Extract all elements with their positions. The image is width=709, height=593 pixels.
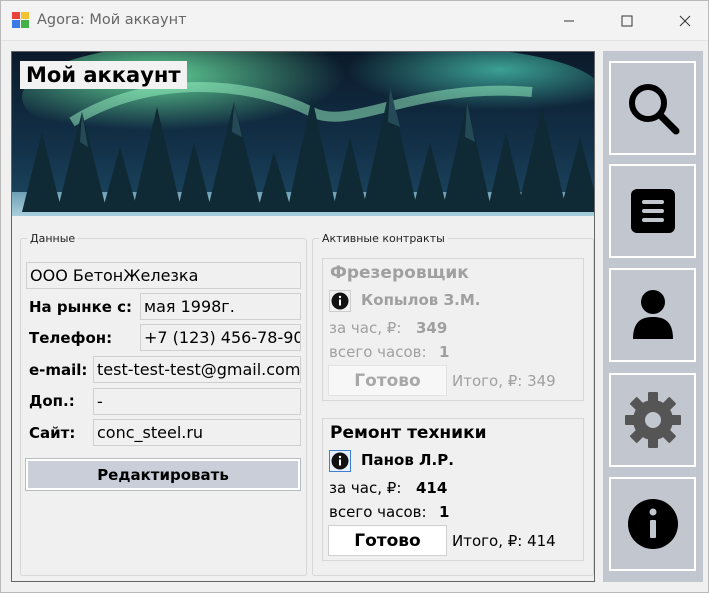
contract-total: Итого, ₽: 349 <box>452 372 556 390</box>
contract-title: Ремонт техники <box>330 423 487 443</box>
phone-label: Телефон: <box>29 329 113 347</box>
contract-card: Фрезеровщик Копылов З.М. за час, ₽: 349 … <box>322 258 584 401</box>
contract-card: Ремонт техники Панов Л.Р. за час, ₽: 414… <box>322 418 584 561</box>
maximize-icon <box>621 15 633 27</box>
close-icon <box>679 15 691 27</box>
settings-button[interactable] <box>609 373 696 467</box>
contracts-group-legend: Активные контракты <box>322 232 445 245</box>
extra-field[interactable]: - <box>93 388 301 415</box>
contract-info-button[interactable] <box>329 290 351 312</box>
done-button[interactable]: Готово <box>328 525 447 556</box>
page-title: Мой аккаунт <box>20 61 187 89</box>
email-field[interactable]: test-test-test@gmail.com <box>93 356 301 383</box>
app-window: Agora: Мой аккаунт Мой аккаунт Данные ОО… <box>0 0 709 593</box>
minimize-icon <box>564 20 574 22</box>
info-icon <box>331 292 349 310</box>
data-group: Данные ООО БетонЖелезка На рынке с: мая … <box>20 232 307 576</box>
extra-label: Доп.: <box>29 392 75 410</box>
market-since-label: На рынке с: <box>29 298 133 316</box>
user-icon <box>632 290 673 339</box>
hours-value: 1 <box>439 343 450 361</box>
search-button[interactable] <box>609 61 696 155</box>
rate-value: 349 <box>416 319 448 337</box>
info-button[interactable] <box>609 477 696 571</box>
done-button[interactable]: Готово <box>328 365 447 396</box>
active-contracts-group: Активные контракты Фрезеровщик Копылов З… <box>312 232 594 576</box>
data-group-legend: Данные <box>30 232 76 245</box>
market-since-field[interactable]: мая 1998г. <box>140 293 301 320</box>
info-icon <box>331 452 349 470</box>
title-bar[interactable]: Agora: Мой аккаунт <box>1 1 708 41</box>
edit-button[interactable]: Редактировать <box>25 458 301 491</box>
search-icon <box>628 84 679 135</box>
contract-info-button[interactable] <box>329 450 351 472</box>
account-panel: Мой аккаунт Данные ООО БетонЖелезка На р… <box>11 51 595 582</box>
app-logo-icon <box>12 12 29 28</box>
documents-button[interactable] <box>609 164 696 258</box>
website-field[interactable]: conc_steel.ru <box>93 419 301 446</box>
close-button[interactable] <box>662 1 708 41</box>
rate-label: за час, ₽: <box>329 479 402 497</box>
contract-title: Фрезеровщик <box>330 263 469 283</box>
email-label: e-mail: <box>29 361 88 379</box>
navigation-sidebar <box>603 51 703 582</box>
window-title: Agora: Мой аккаунт <box>37 12 187 28</box>
phone-field[interactable]: +7 (123) 456-78-90 <box>140 324 301 351</box>
rate-label: за час, ₽: <box>329 319 402 337</box>
info-icon <box>627 499 678 549</box>
hours-value: 1 <box>439 503 450 521</box>
banner-image: Мой аккаунт <box>12 52 594 216</box>
account-button[interactable] <box>609 268 696 362</box>
contract-person: Панов Л.Р. <box>361 451 454 469</box>
gear-icon <box>624 392 681 448</box>
rate-value: 414 <box>416 479 448 497</box>
document-list-icon <box>630 189 675 233</box>
company-name-field[interactable]: ООО БетонЖелезка <box>26 262 301 289</box>
hours-label: всего часов: <box>329 343 427 361</box>
website-label: Сайт: <box>29 424 76 442</box>
maximize-button[interactable] <box>604 1 650 41</box>
minimize-button[interactable] <box>546 1 592 41</box>
hours-label: всего часов: <box>329 503 427 521</box>
contract-total: Итого, ₽: 414 <box>452 532 556 550</box>
contract-person: Копылов З.М. <box>361 291 481 309</box>
